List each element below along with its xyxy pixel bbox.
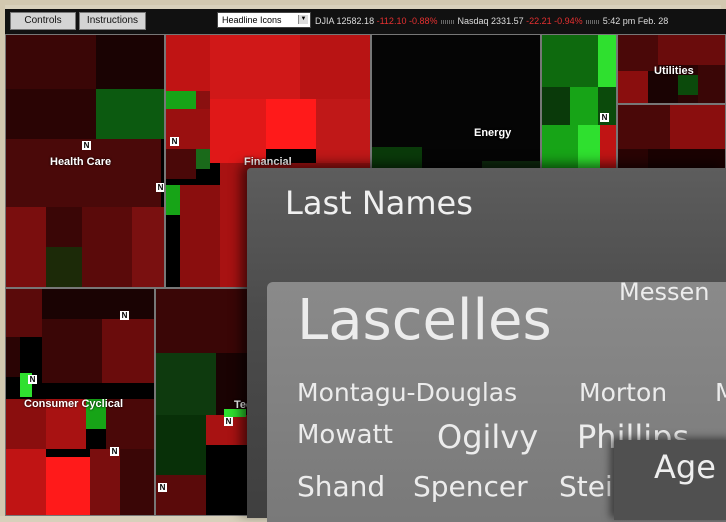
- news-badge[interactable]: N: [82, 141, 91, 150]
- stock-tile[interactable]: [6, 337, 20, 377]
- stock-tile[interactable]: [180, 185, 220, 287]
- stock-tile[interactable]: [102, 319, 154, 383]
- news-badge[interactable]: N: [120, 311, 129, 320]
- djia-pct: -0.88%: [408, 16, 438, 26]
- stock-tile[interactable]: [120, 449, 154, 515]
- news-badge[interactable]: N: [224, 417, 233, 426]
- view-select[interactable]: Headline Icons ▼: [217, 12, 311, 28]
- name-montagu-douglas[interactable]: Montagu-Douglas: [297, 378, 517, 407]
- stock-tile[interactable]: [166, 35, 210, 91]
- stock-tile[interactable]: [658, 35, 725, 65]
- view-select-value: Headline Icons: [222, 15, 282, 25]
- sector-utilities[interactable]: Utilities: [617, 34, 726, 104]
- sector-label-health-care: Health Care: [50, 156, 112, 168]
- news-badge[interactable]: N: [110, 447, 119, 456]
- stock-tile[interactable]: [618, 71, 648, 103]
- stock-tile[interactable]: [570, 87, 598, 125]
- sector-label-utilities: Utilities: [654, 65, 694, 77]
- stock-tile[interactable]: [46, 247, 82, 287]
- name-shand[interactable]: Shand: [297, 470, 385, 503]
- name-lascelles[interactable]: Lascelles: [297, 288, 552, 353]
- nasdaq-change: -22.21: [526, 16, 552, 26]
- stock-tile[interactable]: [598, 35, 616, 87]
- stock-tile[interactable]: [42, 289, 154, 319]
- timestamp: 5:42 pm Feb. 28: [602, 16, 669, 26]
- sector-label-financial: Financial: [244, 156, 292, 168]
- news-badge[interactable]: N: [28, 375, 37, 384]
- stock-tile[interactable]: [96, 89, 164, 139]
- name-morton[interactable]: Morton: [579, 378, 667, 407]
- stock-tile[interactable]: [6, 35, 96, 89]
- stock-tile[interactable]: [132, 207, 164, 287]
- stock-tile[interactable]: [300, 35, 370, 99]
- stock-tile[interactable]: [46, 457, 90, 515]
- stock-tile[interactable]: [82, 207, 132, 287]
- stock-tile[interactable]: [156, 353, 216, 415]
- stock-tile[interactable]: [542, 125, 578, 169]
- stock-tile[interactable]: [618, 105, 670, 149]
- panel-title: Last Names: [285, 184, 473, 222]
- stock-tile[interactable]: [6, 89, 96, 139]
- market-ticker: DJIA 12582.18 -112.10 -0.88% Nasdaq 2331.…: [315, 14, 668, 28]
- news-badge[interactable]: N: [600, 113, 609, 122]
- stock-tile[interactable]: [678, 75, 698, 95]
- sector-consumer-cyclical[interactable]: N N N Consumer Cyclical: [5, 288, 155, 516]
- djia-label: DJIA: [315, 16, 335, 26]
- stock-tile[interactable]: [578, 125, 600, 169]
- ticker-separator: [440, 19, 455, 24]
- stock-tile[interactable]: [6, 289, 42, 337]
- chevron-down-icon[interactable]: ▼: [298, 15, 308, 24]
- news-badge[interactable]: N: [158, 483, 167, 492]
- stock-tile[interactable]: [542, 35, 598, 87]
- ticker-separator: [585, 19, 600, 24]
- stock-tile[interactable]: [156, 475, 206, 515]
- stock-tile[interactable]: [670, 105, 725, 149]
- nasdaq-label: Nasdaq: [457, 16, 489, 26]
- stock-tile[interactable]: [6, 449, 46, 515]
- stock-tile[interactable]: [166, 149, 196, 179]
- controls-button[interactable]: Controls: [10, 12, 76, 30]
- news-badge[interactable]: N: [170, 137, 179, 146]
- name-spencer[interactable]: Spencer: [413, 470, 528, 503]
- stock-tile[interactable]: [166, 91, 196, 109]
- name-stei[interactable]: Stei: [559, 470, 613, 503]
- nasdaq-value: 2331.57: [491, 16, 524, 26]
- age-panel-title: Age I: [654, 448, 726, 486]
- sector-technology[interactable]: N N Tec: [155, 288, 255, 516]
- stock-tile[interactable]: [210, 99, 266, 163]
- stock-tile[interactable]: [156, 415, 206, 475]
- stock-tile[interactable]: [42, 319, 102, 383]
- stock-tile[interactable]: [96, 35, 164, 89]
- name-mowatt[interactable]: Mowatt: [297, 420, 393, 450]
- stock-tile[interactable]: [618, 35, 658, 71]
- stock-tile[interactable]: [6, 207, 46, 287]
- news-badge[interactable]: N: [156, 183, 164, 192]
- name-ogilvy[interactable]: Ogilvy: [437, 418, 538, 456]
- instructions-button[interactable]: Instructions: [79, 12, 146, 30]
- name-m-truncated[interactable]: M: [715, 378, 726, 407]
- stock-tile[interactable]: [90, 449, 120, 515]
- sector-label-energy: Energy: [474, 127, 512, 139]
- nasdaq-pct: -0.94%: [554, 16, 583, 26]
- stock-tile[interactable]: [210, 35, 300, 99]
- stock-tile[interactable]: [542, 87, 570, 125]
- stock-tile[interactable]: [46, 207, 82, 247]
- sector-health-care[interactable]: N N Health Care: [5, 34, 165, 288]
- djia-change: -112.10: [376, 16, 407, 26]
- stock-tile[interactable]: [196, 91, 210, 109]
- stock-tile[interactable]: [698, 65, 725, 103]
- djia-value: 12582.18: [336, 16, 375, 26]
- age-panel: Age I: [614, 440, 726, 520]
- sector-label-consumer-cyclical: Consumer Cyclical: [24, 398, 124, 410]
- stock-tile[interactable]: [600, 125, 616, 169]
- name-messenger[interactable]: Messen: [619, 282, 709, 306]
- stock-tile[interactable]: [266, 99, 316, 149]
- stock-tile[interactable]: [166, 185, 180, 215]
- stock-tile[interactable]: [196, 149, 210, 169]
- stock-tile[interactable]: [316, 99, 370, 163]
- toolbar: Controls Instructions Headline Icons ▼ D…: [5, 9, 726, 34]
- stock-tile[interactable]: [156, 289, 254, 353]
